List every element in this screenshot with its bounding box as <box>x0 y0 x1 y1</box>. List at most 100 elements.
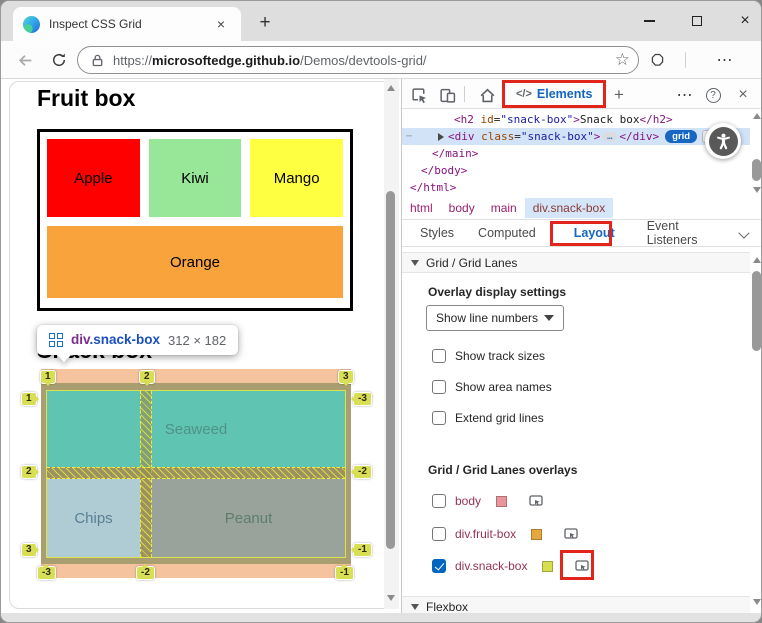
scroll-down-icon[interactable] <box>387 595 395 601</box>
section-grid-lanes[interactable]: Grid / Grid Lanes <box>402 252 750 273</box>
grid-line-badge: -2 <box>136 564 155 580</box>
section-grid-label: Grid / Grid Lanes <box>426 255 518 270</box>
dom-line-main-close[interactable]: </main> <box>402 145 750 162</box>
extend-grid-lines-checkbox[interactable] <box>432 411 446 425</box>
breadcrumb-div-snack-box[interactable]: div.snack-box <box>524 198 614 218</box>
dom-line-body-close[interactable]: </body> <box>402 162 750 179</box>
back-button[interactable] <box>13 48 37 72</box>
tooltip-selector: div.snack-box <box>71 332 161 347</box>
devtools-new-tab-button[interactable]: + <box>608 84 630 106</box>
overlay-color-swatch[interactable] <box>531 528 543 540</box>
overlay-color-swatch[interactable] <box>496 495 508 507</box>
inspect-element-button[interactable] <box>408 84 430 106</box>
show-overlay-button[interactable] <box>563 526 579 542</box>
tab-close-icon[interactable]: × <box>211 14 231 34</box>
refresh-icon <box>52 53 66 66</box>
overlay-row-snack-box[interactable]: div.snack-box <box>432 558 590 574</box>
devtools-toolbar: </> Elements + ⋯ ? × <box>402 79 761 109</box>
active-tab-underline <box>508 105 600 108</box>
accessibility-person-icon <box>708 126 738 156</box>
inline-ellipsis-button[interactable]: … <box>602 132 618 141</box>
checkbox-row-track-sizes[interactable]: Show track sizes <box>432 349 545 363</box>
grid-line-badge: 3 <box>21 543 39 557</box>
device-emulation-button[interactable] <box>436 84 458 106</box>
browser-essentials-button[interactable] <box>645 48 669 72</box>
scroll-up-icon[interactable] <box>753 113 761 119</box>
dom-scrollbar[interactable] <box>750 109 761 197</box>
scroll-up-icon[interactable] <box>753 257 761 263</box>
scroll-down-icon[interactable] <box>753 187 761 193</box>
new-tab-button[interactable]: + <box>253 11 277 35</box>
layout-scrollbar[interactable] <box>750 247 761 613</box>
layout-scrollbar-thumb[interactable] <box>752 271 761 351</box>
overlay-selector-label: div.snack-box <box>455 559 528 573</box>
fruit-box-overlay-checkbox[interactable] <box>432 527 446 541</box>
dom-line-html-close[interactable]: </html> <box>402 179 750 196</box>
show-track-sizes-checkbox[interactable] <box>432 349 446 363</box>
checkbox-row-area-names[interactable]: Show area names <box>432 380 552 394</box>
breadcrumb-html[interactable]: html <box>402 198 441 218</box>
show-area-names-checkbox[interactable] <box>432 380 446 394</box>
favorites-star-icon[interactable]: ☆ <box>615 50 630 70</box>
grid-line-badge: -2 <box>351 465 372 479</box>
url-scheme: https:// <box>113 52 153 68</box>
dropdown-caret-icon <box>544 315 554 321</box>
fruit-box-container: Apple Kiwi Mango Orange <box>37 129 353 311</box>
browser-tab[interactable]: Inspect CSS Grid × <box>13 7 241 41</box>
expand-arrow-icon[interactable] <box>438 132 445 141</box>
tab-elements[interactable]: </> Elements <box>508 79 601 108</box>
overlay-color-swatch[interactable] <box>542 560 554 572</box>
accessibility-widget[interactable] <box>705 123 741 159</box>
inspect-icon <box>529 495 543 506</box>
edge-logo-icon <box>23 15 40 33</box>
url-text: https://microsoftedge.github.io/Demos/de… <box>113 53 615 68</box>
checkbox-label: Show track sizes <box>455 349 546 363</box>
minimize-button[interactable] <box>634 9 664 33</box>
maximize-button[interactable] <box>682 9 712 33</box>
toolbar-divider <box>464 86 465 102</box>
grid-line-badge: 3 <box>338 370 354 386</box>
tab-event-listeners[interactable]: Event Listeners <box>635 219 741 247</box>
toolbar-divider <box>685 52 686 68</box>
overlay-selector-label: div.fruit-box <box>455 527 517 541</box>
grid-overlay: Seaweed Chips Peanut 1 2 3 1 2 3 -3 -2 -… <box>21 367 372 583</box>
devtools-close-button[interactable]: × <box>732 84 754 106</box>
overlay-row-fruit-box[interactable]: div.fruit-box <box>432 526 579 542</box>
home-button[interactable] <box>476 84 498 106</box>
window-bottom-edge <box>1 613 761 622</box>
breadcrumb-main[interactable]: main <box>483 198 525 218</box>
show-overlay-button[interactable] <box>574 558 590 574</box>
dom-line-h2[interactable]: <h2 id = "snack-box" > Snack box </h2> <box>402 111 750 128</box>
inspect-icon <box>575 560 590 571</box>
scroll-down-icon[interactable] <box>753 599 761 605</box>
devtools-more-button[interactable]: ⋯ <box>674 84 696 106</box>
grid-cell-chips: Chips <box>47 479 140 557</box>
grid-line-badge: 1 <box>21 392 39 406</box>
breadcrumb-body[interactable]: body <box>441 198 483 218</box>
tab-computed[interactable]: Computed <box>466 226 548 240</box>
checkbox-row-extend-lines[interactable]: Extend grid lines <box>432 411 544 425</box>
body-overlay-checkbox[interactable] <box>432 494 446 508</box>
line-numbers-dropdown[interactable]: Show line numbers <box>426 305 564 331</box>
refresh-button[interactable] <box>47 48 71 72</box>
section-flexbox-label: Flexbox <box>426 599 469 614</box>
lock-icon <box>92 54 103 66</box>
dom-line-snack-box-selected[interactable]: ⋯ <div class = "snack-box" > … </div> grid <box>402 128 750 145</box>
tab-styles[interactable]: Styles <box>408 226 466 240</box>
scroll-up-icon[interactable] <box>387 85 395 91</box>
page-scrollbar-thumb[interactable] <box>386 191 395 549</box>
home-icon <box>480 88 494 102</box>
settings-menu-button[interactable]: ⋯ <box>713 48 737 72</box>
tab-title: Inspect CSS Grid <box>49 17 142 31</box>
grid-badge[interactable]: grid <box>665 130 698 143</box>
close-button[interactable]: × <box>730 9 760 33</box>
devtools-help-button[interactable]: ? <box>702 84 724 106</box>
show-overlay-button[interactable] <box>528 493 544 509</box>
overlay-row-body[interactable]: body <box>432 493 544 509</box>
address-bar[interactable]: https://microsoftedge.github.io/Demos/de… <box>77 46 639 74</box>
page-scrollbar[interactable] <box>384 79 399 609</box>
tab-layout[interactable]: Layout <box>562 226 627 240</box>
more-menu-icon: ⋯ <box>716 52 734 69</box>
dom-scrollbar-thumb[interactable] <box>752 159 761 181</box>
snack-box-overlay-checkbox[interactable] <box>432 559 446 573</box>
